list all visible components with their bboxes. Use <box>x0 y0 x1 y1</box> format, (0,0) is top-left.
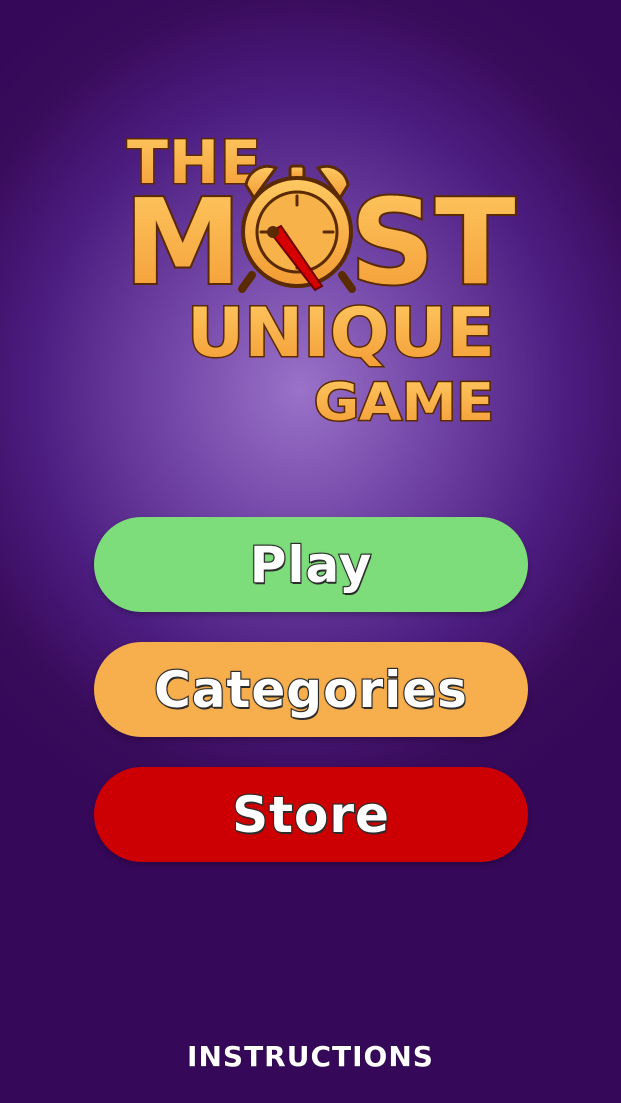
game-logo: THE M ST UNIQUE GAME <box>0 0 621 460</box>
categories-button-label: Categories <box>153 659 468 719</box>
instructions-link[interactable]: INSTRUCTIONS <box>0 1039 621 1073</box>
store-button[interactable]: Store <box>94 767 528 862</box>
logo-artwork: THE M ST UNIQUE GAME <box>122 127 517 435</box>
logo-word-game: GAME <box>314 373 494 433</box>
logo-word-unique: UNIQUE <box>187 294 495 373</box>
logo-letters-st: ST <box>350 173 515 311</box>
logo-letter-m: M <box>124 173 241 311</box>
store-button-label: Store <box>231 784 390 844</box>
categories-button[interactable]: Categories <box>94 642 528 737</box>
play-button[interactable]: Play <box>94 517 528 612</box>
play-button-label: Play <box>249 534 373 594</box>
alarm-clock-icon <box>238 164 356 293</box>
